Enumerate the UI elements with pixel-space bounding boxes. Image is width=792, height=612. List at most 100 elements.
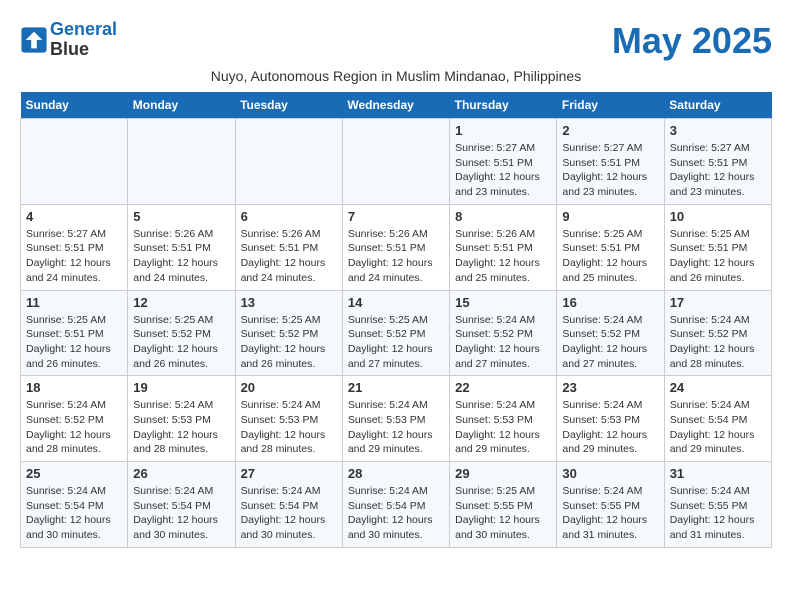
day-info: Sunrise: 5:25 AM Sunset: 5:51 PM Dayligh…: [562, 227, 658, 286]
calendar-cell: 20 Sunrise: 5:24 AM Sunset: 5:53 PM Dayli…: [235, 376, 342, 462]
day-info: Sunrise: 5:27 AM Sunset: 5:51 PM Dayligh…: [562, 141, 658, 200]
day-info: Sunrise: 5:24 AM Sunset: 5:53 PM Dayligh…: [455, 398, 551, 457]
calendar-cell: 24 Sunrise: 5:24 AM Sunset: 5:54 PM Dayli…: [664, 376, 771, 462]
calendar-cell: 4 Sunrise: 5:27 AM Sunset: 5:51 PM Daylig…: [21, 204, 128, 290]
day-number: 25: [26, 466, 122, 481]
month-title: May 2025: [612, 20, 772, 62]
day-info: Sunrise: 5:26 AM Sunset: 5:51 PM Dayligh…: [455, 227, 551, 286]
header-tuesday: Tuesday: [235, 92, 342, 119]
day-number: 8: [455, 209, 551, 224]
calendar-cell: 30 Sunrise: 5:24 AM Sunset: 5:55 PM Dayli…: [557, 462, 664, 548]
day-number: 30: [562, 466, 658, 481]
day-number: 4: [26, 209, 122, 224]
day-number: 2: [562, 123, 658, 138]
calendar-cell: [128, 119, 235, 205]
day-info: Sunrise: 5:24 AM Sunset: 5:53 PM Dayligh…: [133, 398, 229, 457]
day-number: 14: [348, 295, 444, 310]
day-number: 26: [133, 466, 229, 481]
day-number: 22: [455, 380, 551, 395]
day-number: 17: [670, 295, 766, 310]
calendar-cell: 13 Sunrise: 5:25 AM Sunset: 5:52 PM Dayli…: [235, 290, 342, 376]
calendar-cell: 5 Sunrise: 5:26 AM Sunset: 5:51 PM Daylig…: [128, 204, 235, 290]
day-number: 28: [348, 466, 444, 481]
day-info: Sunrise: 5:24 AM Sunset: 5:53 PM Dayligh…: [562, 398, 658, 457]
subtitle: Nuyo, Autonomous Region in Muslim Mindan…: [20, 68, 772, 84]
calendar-cell: 28 Sunrise: 5:24 AM Sunset: 5:54 PM Dayli…: [342, 462, 449, 548]
day-number: 9: [562, 209, 658, 224]
day-number: 13: [241, 295, 337, 310]
day-info: Sunrise: 5:24 AM Sunset: 5:52 PM Dayligh…: [562, 313, 658, 372]
day-info: Sunrise: 5:24 AM Sunset: 5:52 PM Dayligh…: [670, 313, 766, 372]
calendar-cell: 22 Sunrise: 5:24 AM Sunset: 5:53 PM Dayli…: [450, 376, 557, 462]
day-number: 12: [133, 295, 229, 310]
day-number: 1: [455, 123, 551, 138]
logo-text: GeneralBlue: [50, 20, 117, 60]
logo-icon: [20, 26, 48, 54]
day-info: Sunrise: 5:24 AM Sunset: 5:54 PM Dayligh…: [133, 484, 229, 543]
calendar-cell: 14 Sunrise: 5:25 AM Sunset: 5:52 PM Dayli…: [342, 290, 449, 376]
calendar-cell: 10 Sunrise: 5:25 AM Sunset: 5:51 PM Dayli…: [664, 204, 771, 290]
week-row-4: 18 Sunrise: 5:24 AM Sunset: 5:52 PM Dayli…: [21, 376, 772, 462]
day-number: 15: [455, 295, 551, 310]
calendar-cell: 17 Sunrise: 5:24 AM Sunset: 5:52 PM Dayli…: [664, 290, 771, 376]
header-thursday: Thursday: [450, 92, 557, 119]
calendar-cell: 26 Sunrise: 5:24 AM Sunset: 5:54 PM Dayli…: [128, 462, 235, 548]
day-info: Sunrise: 5:25 AM Sunset: 5:52 PM Dayligh…: [241, 313, 337, 372]
header-sunday: Sunday: [21, 92, 128, 119]
week-row-3: 11 Sunrise: 5:25 AM Sunset: 5:51 PM Dayli…: [21, 290, 772, 376]
week-row-5: 25 Sunrise: 5:24 AM Sunset: 5:54 PM Dayli…: [21, 462, 772, 548]
day-info: Sunrise: 5:25 AM Sunset: 5:55 PM Dayligh…: [455, 484, 551, 543]
day-info: Sunrise: 5:24 AM Sunset: 5:54 PM Dayligh…: [348, 484, 444, 543]
day-info: Sunrise: 5:26 AM Sunset: 5:51 PM Dayligh…: [348, 227, 444, 286]
calendar-cell: 21Sunrise: 5:24 AM Sunset: 5:53 PM Dayli…: [342, 376, 449, 462]
header-friday: Friday: [557, 92, 664, 119]
day-number: 27: [241, 466, 337, 481]
day-info: Sunrise: 5:24 AM Sunset: 5:54 PM Dayligh…: [241, 484, 337, 543]
day-number: 19: [133, 380, 229, 395]
day-number: 11: [26, 295, 122, 310]
day-info: Sunrise: 5:27 AM Sunset: 5:51 PM Dayligh…: [26, 227, 122, 286]
day-info: Sunrise: 5:25 AM Sunset: 5:52 PM Dayligh…: [133, 313, 229, 372]
day-number: 20: [241, 380, 337, 395]
calendar-cell: 18 Sunrise: 5:24 AM Sunset: 5:52 PM Dayli…: [21, 376, 128, 462]
day-info: Sunrise: 5:25 AM Sunset: 5:52 PM Dayligh…: [348, 313, 444, 372]
day-info: Sunrise: 5:25 AM Sunset: 5:51 PM Dayligh…: [670, 227, 766, 286]
day-number: 29: [455, 466, 551, 481]
calendar-cell: 25Sunrise: 5:24 AM Sunset: 5:54 PM Dayli…: [21, 462, 128, 548]
header: GeneralBlue May 2025: [20, 20, 772, 62]
calendar-cell: 11 Sunrise: 5:25 AM Sunset: 5:51 PM Dayli…: [21, 290, 128, 376]
day-info: Sunrise: 5:24 AM Sunset: 5:52 PM Dayligh…: [26, 398, 122, 457]
day-number: 10: [670, 209, 766, 224]
calendar-cell: 16Sunrise: 5:24 AM Sunset: 5:52 PM Dayli…: [557, 290, 664, 376]
day-number: 18: [26, 380, 122, 395]
calendar-cell: 15 Sunrise: 5:24 AM Sunset: 5:52 PM Dayli…: [450, 290, 557, 376]
day-info: Sunrise: 5:25 AM Sunset: 5:51 PM Dayligh…: [26, 313, 122, 372]
day-number: 3: [670, 123, 766, 138]
calendar-cell: [342, 119, 449, 205]
calendar-header-row: SundayMondayTuesdayWednesdayThursdayFrid…: [21, 92, 772, 119]
day-info: Sunrise: 5:24 AM Sunset: 5:55 PM Dayligh…: [562, 484, 658, 543]
day-info: Sunrise: 5:26 AM Sunset: 5:51 PM Dayligh…: [241, 227, 337, 286]
week-row-2: 4 Sunrise: 5:27 AM Sunset: 5:51 PM Daylig…: [21, 204, 772, 290]
week-row-1: 1 Sunrise: 5:27 AM Sunset: 5:51 PM Daylig…: [21, 119, 772, 205]
day-number: 21: [348, 380, 444, 395]
calendar-cell: 1Sunrise: 5:27 AM Sunset: 5:51 PM Daylig…: [450, 119, 557, 205]
calendar-cell: 2 Sunrise: 5:27 AM Sunset: 5:51 PM Daylig…: [557, 119, 664, 205]
day-number: 24: [670, 380, 766, 395]
logo: GeneralBlue: [20, 20, 117, 60]
calendar-cell: 7 Sunrise: 5:26 AM Sunset: 5:51 PM Daylig…: [342, 204, 449, 290]
day-info: Sunrise: 5:24 AM Sunset: 5:53 PM Dayligh…: [241, 398, 337, 457]
day-info: Sunrise: 5:26 AM Sunset: 5:51 PM Dayligh…: [133, 227, 229, 286]
calendar-cell: 23Sunrise: 5:24 AM Sunset: 5:53 PM Dayli…: [557, 376, 664, 462]
calendar-cell: 9 Sunrise: 5:25 AM Sunset: 5:51 PM Daylig…: [557, 204, 664, 290]
day-info: Sunrise: 5:24 AM Sunset: 5:52 PM Dayligh…: [455, 313, 551, 372]
calendar-cell: [235, 119, 342, 205]
calendar-table: SundayMondayTuesdayWednesdayThursdayFrid…: [20, 92, 772, 548]
day-info: Sunrise: 5:24 AM Sunset: 5:54 PM Dayligh…: [670, 398, 766, 457]
calendar-cell: 12 Sunrise: 5:25 AM Sunset: 5:52 PM Dayli…: [128, 290, 235, 376]
calendar-cell: 29 Sunrise: 5:25 AM Sunset: 5:55 PM Dayli…: [450, 462, 557, 548]
day-number: 5: [133, 209, 229, 224]
day-number: 7: [348, 209, 444, 224]
header-monday: Monday: [128, 92, 235, 119]
day-info: Sunrise: 5:27 AM Sunset: 5:51 PM Dayligh…: [670, 141, 766, 200]
